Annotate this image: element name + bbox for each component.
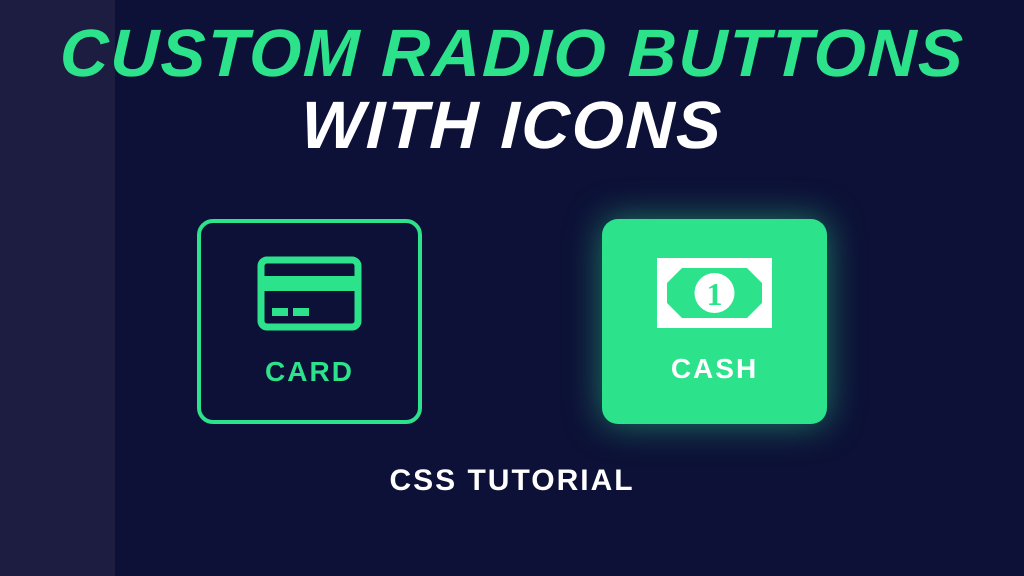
radio-option-cash[interactable]: 1 CASH [602,219,827,424]
footer-text: CSS TUTORIAL [389,464,634,498]
radio-group: CARD 1 CASH [197,219,827,424]
radio-label-card: CARD [265,356,354,388]
radio-option-card[interactable]: CARD [197,219,422,424]
main-content: CUSTOM RADIO BUTTONS WITH ICONS CARD [0,0,1024,576]
svg-text:1: 1 [707,276,723,312]
title-line-1: CUSTOM RADIO BUTTONS [58,15,966,92]
radio-label-cash: CASH [671,353,758,385]
title-line-2: WITH ICONS [300,87,725,164]
credit-card-icon [257,256,362,331]
cash-bill-icon: 1 [657,258,772,328]
